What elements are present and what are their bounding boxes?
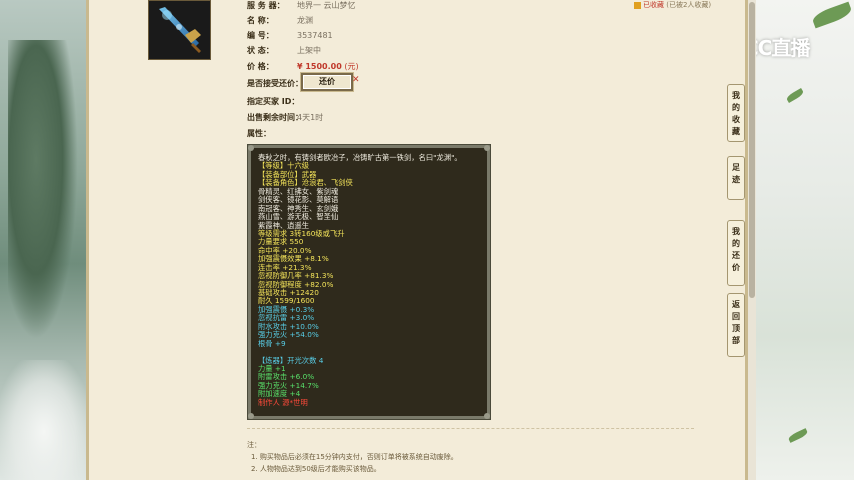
time-row: 出售剩余时间：4天1时	[247, 113, 324, 122]
mist-decoration	[0, 360, 88, 480]
note-line: 1. 购买物品后必须在15分钟内支付，否则订单将被系统自动废除。	[251, 453, 458, 461]
sidenav-favorites-button[interactable]: 我 的 收 藏	[727, 84, 745, 142]
background-scenery-right	[752, 0, 854, 480]
server-row: 服 务 器： 地界一 云山梦忆	[247, 1, 356, 10]
name-row: 名 称： 龙渊	[247, 16, 313, 25]
favorite-icon	[634, 1, 641, 9]
note-line: 2. 人物物品达到50级后才能购买该物品。	[251, 465, 381, 473]
panel-corner	[484, 145, 490, 151]
attributes-label: 属性：	[247, 129, 271, 138]
sidenav-label: 我 的 收 藏	[732, 91, 740, 136]
sidenav-back-to-top-button[interactable]: 返 回 顶 部	[727, 293, 745, 357]
panel-corner	[248, 413, 254, 419]
section-divider	[247, 428, 694, 429]
close-icon[interactable]: ✕	[352, 75, 360, 85]
scrollbar-thumb[interactable]	[749, 2, 755, 298]
price-row: 价 格： ¥ 1500.00 (元)	[247, 62, 359, 71]
attribute-line: 【炼器】开光次数 4	[258, 355, 324, 365]
sword-icon	[159, 7, 201, 53]
attributes-panel: 春秋之时，有铸剑者欧冶子，冶铸旷古第一铁剑，名曰"龙渊"。 【等级】十六级 【装备部…	[247, 144, 491, 420]
notes-title: 注：	[247, 441, 261, 449]
panel-corner	[484, 413, 490, 419]
page-scrollbar[interactable]	[748, 0, 756, 480]
sidenav-label: 足 迹	[732, 163, 740, 184]
background-scenery-left	[0, 0, 88, 480]
id-row: 编 号： 3537481	[247, 31, 333, 40]
leaf-icon	[787, 428, 809, 443]
leaf-icon	[810, 1, 854, 29]
attribute-lines: 春秋之时，有铸剑者欧冶子，冶铸旷古第一铁剑，名曰"龙渊"。 【等级】十六级 【装备部…	[258, 153, 462, 407]
item-image	[148, 0, 211, 60]
attribute-line: 制作人 源*世明	[258, 397, 308, 407]
sidenav-label: 我 的 还 价	[732, 227, 740, 272]
sidenav-history-button[interactable]: 足 迹	[727, 156, 745, 200]
tree-decoration	[8, 40, 78, 340]
leaf-icon	[785, 87, 805, 104]
attribute-line: 强力克火 +54.0%	[258, 330, 319, 340]
panel-corner	[248, 145, 254, 151]
attribute-line: 根骨 +9	[258, 338, 286, 348]
counter-offer-button[interactable]: 还价	[301, 73, 353, 91]
buyer-row: 指定买家 ID：	[247, 97, 300, 106]
favorite-status[interactable]: 已收藏 (已被2人收藏)	[634, 0, 711, 10]
sidenav-my-offers-button[interactable]: 我 的 还 价	[727, 220, 745, 286]
sidenav-label: 返 回 顶 部	[732, 300, 740, 345]
counter-offer-row: 是否接受还价：	[247, 79, 303, 88]
status-row: 状 态： 上架中	[247, 46, 321, 55]
